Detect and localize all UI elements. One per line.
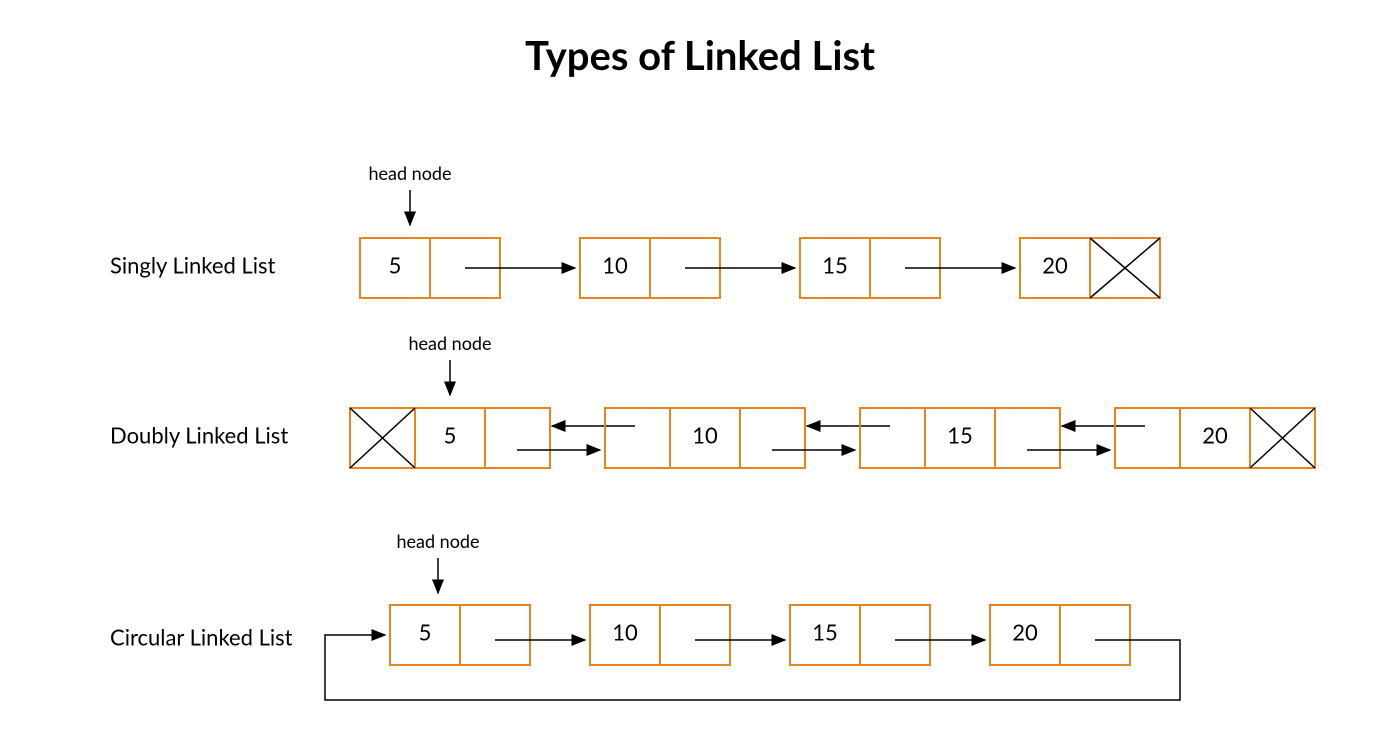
singly-node-4-value: 20	[1042, 252, 1068, 279]
doubly-node-4: 20	[1115, 408, 1315, 468]
null-icon	[1250, 408, 1315, 468]
circular-node-2: 10	[590, 605, 730, 665]
singly-node-3-value: 15	[822, 252, 848, 279]
doubly-node-3: 15	[860, 408, 1060, 468]
doubly-node-1-value: 5	[444, 422, 457, 449]
circular-node-4: 20	[990, 605, 1130, 665]
doubly-node-2: 10	[605, 408, 805, 468]
null-icon	[1090, 238, 1160, 298]
label-circular: Circular Linked List	[110, 624, 293, 651]
label-singly: Singly Linked List	[110, 252, 276, 279]
circular-node-1: 5	[390, 605, 530, 665]
doubly-node-2-value: 10	[692, 422, 718, 449]
head-label-circular: head node	[396, 530, 479, 552]
null-icon	[350, 408, 415, 468]
diagram-title: Types of Linked List	[525, 31, 875, 79]
circular-node-1-value: 5	[419, 619, 432, 646]
circular-node-3: 15	[790, 605, 930, 665]
arrow-circular-wrap	[325, 635, 1180, 700]
head-label-doubly: head node	[408, 332, 491, 354]
doubly-node-3-value: 15	[947, 422, 973, 449]
circular-node-2-value: 10	[612, 619, 638, 646]
head-label-singly: head node	[368, 162, 451, 184]
singly-node-2-value: 10	[602, 252, 628, 279]
circular-node-4-value: 20	[1012, 619, 1038, 646]
label-doubly: Doubly Linked List	[110, 422, 288, 449]
singly-node-4: 20	[1020, 238, 1160, 298]
doubly-node-4-value: 20	[1202, 422, 1228, 449]
doubly-node-1: 5	[350, 408, 550, 468]
circular-node-3-value: 15	[812, 619, 838, 646]
singly-node-1-value: 5	[389, 252, 402, 279]
